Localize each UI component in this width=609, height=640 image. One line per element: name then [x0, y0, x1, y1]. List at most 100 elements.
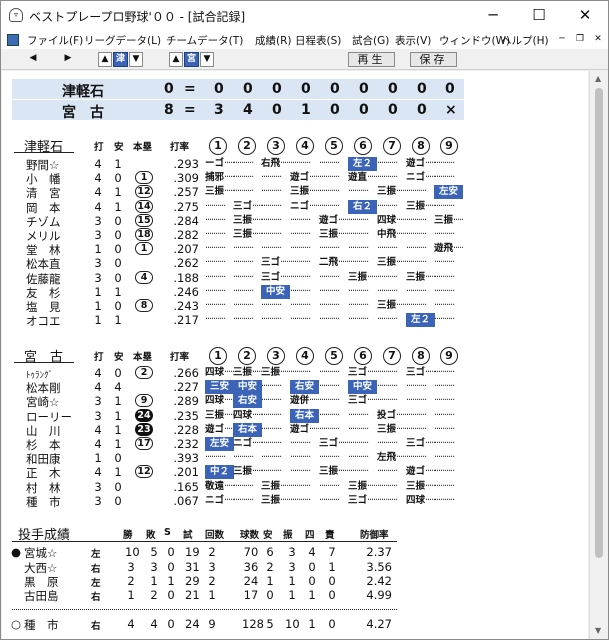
dots: ··········: [434, 257, 455, 269]
pitcher-row[interactable]: ● 宮城☆ 左 10 5 0 19 2 70 6 3 4 7 2.37: [2, 545, 588, 560]
team2-button[interactable]: 宮: [184, 52, 199, 67]
player-row[interactable]: 村 林30.165敬遠·················三振··········…: [2, 480, 588, 495]
dots: ·······: [396, 214, 406, 226]
menu-game[interactable]: 試合(G): [352, 33, 389, 48]
menu-team[interactable]: チームデータ(T): [166, 33, 243, 48]
scroll-thumb[interactable]: [595, 88, 603, 558]
player-row[interactable]: 杉 本 4 1 17.232 左安 ニゴ····· ·········· ··········…: [2, 437, 588, 452]
player-row[interactable]: 野間☆41.293ーゴ·················右飛··········…: [2, 157, 588, 172]
at-bat-result: 三振·······: [377, 185, 406, 199]
player-row[interactable]: 友 杉 1 1.246 ·········· ·········· 中安 ·········…: [2, 284, 588, 300]
mdi-close-icon[interactable]: ✕: [590, 32, 606, 46]
dots: ··········: [319, 423, 340, 435]
dots: ··········: [434, 494, 455, 506]
pitcher-stat: 2: [266, 560, 274, 574]
player-row[interactable]: 佐藤龍 3 0 4.188 ·········· ·········· 三ゴ····· ···…: [2, 270, 588, 286]
team1-button[interactable]: 津: [113, 52, 128, 67]
at-bat-text: 三ゴ: [348, 494, 368, 506]
at-bat-result: 三振·······: [290, 185, 319, 199]
at-bat-text: ニゴ: [406, 172, 426, 184]
maximize-button[interactable]: ☐: [516, 1, 562, 31]
menu-view[interactable]: 表示(V): [395, 33, 431, 48]
player-row[interactable]: 和田康 1 0.393 ·········· ·········· ·········· ·…: [2, 451, 588, 466]
dots: ··········: [406, 243, 427, 255]
player-row[interactable]: チゾム 3 0 15.284 ·········· 三振····· ·········· ··…: [2, 213, 588, 229]
player-avg: .235: [173, 408, 199, 423]
mdi-minimize-icon[interactable]: ─: [554, 32, 570, 46]
player-row[interactable]: 小 幡401.309捕邪···························遊…: [2, 171, 588, 186]
player-name: オコエ: [26, 314, 61, 329]
pitcher-row[interactable]: 黒 原左 2 1 1 29 2 24 1 1 0 0 2.42: [2, 574, 588, 589]
menu-file[interactable]: ファイル(F): [27, 33, 83, 48]
dots: ·······: [367, 395, 377, 407]
dots: ··········: [377, 172, 398, 184]
dots: ··········: [261, 200, 282, 212]
dots: ··········: [261, 423, 282, 435]
dots: ··········: [434, 285, 455, 297]
scroll-down-icon[interactable]: ▼: [595, 626, 601, 635]
player-h: 1: [114, 313, 122, 328]
player-row[interactable]: オコエ 1 1 .217 ·········· ·········· ·········· ·…: [2, 313, 588, 329]
pitcher-stat: 0: [308, 560, 316, 574]
player-row[interactable]: 堂 林 1 0 1.207 ·········· ·········· ··········…: [2, 242, 588, 257]
team2-up-icon[interactable]: ▲: [169, 52, 183, 67]
menu-window[interactable]: ウィンドウ(W): [439, 33, 510, 48]
pitcher-stat: 19: [185, 545, 200, 559]
at-bat-text: 中安: [265, 285, 285, 297]
player-row[interactable]: 山 川4123.228遊ゴ·······右本··········遊ゴ······…: [2, 422, 588, 438]
menu-league[interactable]: リーグデータ(L): [84, 33, 161, 48]
player-row[interactable]: メリル 3 0 18.282 ·········· 三振····· ·········· ··…: [2, 228, 588, 243]
player-row[interactable]: 岡 本4114.275··········三ゴ·················…: [2, 199, 588, 215]
player-row[interactable]: ﾄｩﾗﾝｸﾞ402.266四球·······三振·······三振·······…: [2, 366, 588, 381]
score-inning: 0: [417, 102, 427, 118]
player-row[interactable]: 正 木 4 1 12.201 中２ 三振····· ·········· ··········…: [2, 465, 588, 480]
dots: ··········: [377, 285, 398, 297]
close-button[interactable]: ✕: [562, 1, 608, 31]
prev-arrow-icon[interactable]: ◀: [26, 52, 40, 67]
document-icon[interactable]: [7, 34, 19, 46]
pitcher-stat: 1: [308, 617, 316, 631]
dots: ··········: [406, 409, 427, 421]
at-bat-result: 敬遠·······: [205, 480, 234, 494]
at-bat-result: ··········: [319, 423, 348, 437]
at-bat-text: 三振: [290, 186, 310, 198]
pitcher-row[interactable]: ○ 種 市右 4 4 0 24 9 128 5 10 1 0 4.27: [2, 617, 588, 632]
pitcher-row[interactable]: 古田島右 1 2 0 21 1 17 0 1 1 0 4.99: [2, 588, 588, 603]
pitcher-row[interactable]: 大西☆ 右 3 3 0 31 3 36 2 3 0 1 3.56: [2, 560, 588, 575]
menu-schedule[interactable]: 日程表(S): [295, 33, 341, 48]
at-bat-result: ··········: [406, 380, 435, 394]
minimize-button[interactable]: ─: [470, 1, 516, 31]
replay-button[interactable]: 再生: [348, 52, 395, 67]
mdi-restore-icon[interactable]: ❐: [572, 32, 588, 46]
dots: ··········: [434, 409, 455, 421]
at-bat-result: ··········: [290, 285, 319, 299]
team1-up-icon[interactable]: ▲: [98, 52, 112, 67]
at-bat-result: 四球·······: [205, 394, 234, 408]
at-bat-result: 三ゴ·······: [406, 437, 435, 451]
underline: [12, 541, 397, 542]
save-button[interactable]: 保存: [410, 52, 457, 67]
dots: ··········: [319, 200, 340, 212]
vertical-scrollbar[interactable]: ▲ ▼: [589, 71, 608, 639]
player-row[interactable]: 塩 見 1 0 8.243 ·········· ·········· ··········…: [2, 299, 588, 314]
player-row[interactable]: 松本剛 4 4.227 三安 中安 ·········· 右安 ·········· 中安 ···…: [2, 380, 588, 395]
team1-down-icon[interactable]: ▼: [129, 52, 143, 67]
dots: ·······: [367, 172, 377, 184]
pitcher-stat: 1: [308, 588, 316, 602]
player-row[interactable]: 清 宮4112.257三振···························…: [2, 185, 588, 200]
at-bat-result: ··········: [434, 228, 463, 242]
next-arrow-icon[interactable]: ▶: [61, 52, 75, 67]
player-row[interactable]: ローリー3124.235三振·······四球·················…: [2, 408, 588, 424]
team2-down-icon[interactable]: ▼: [200, 52, 214, 67]
dots: ··········: [406, 229, 427, 240]
menu-records[interactable]: 成績(R): [255, 33, 292, 48]
menu-help[interactable]: ヘルプ(H): [501, 33, 549, 48]
at-bat-result: ーゴ·······: [205, 157, 234, 171]
at-bat-result: ··········: [434, 157, 463, 171]
player-row[interactable]: 宮崎☆319.289四球·······右安··········遊併·······…: [2, 394, 588, 409]
player-row[interactable]: 種 市30.067ニゴ·················三振··········…: [2, 494, 588, 509]
at-bat-result: ··········: [290, 214, 319, 228]
at-bat-result: ··········: [319, 285, 348, 299]
player-row[interactable]: 松本直 3 0.262 ·········· ·········· 三ゴ····· ····…: [2, 256, 588, 271]
scroll-up-icon[interactable]: ▲: [595, 74, 601, 83]
